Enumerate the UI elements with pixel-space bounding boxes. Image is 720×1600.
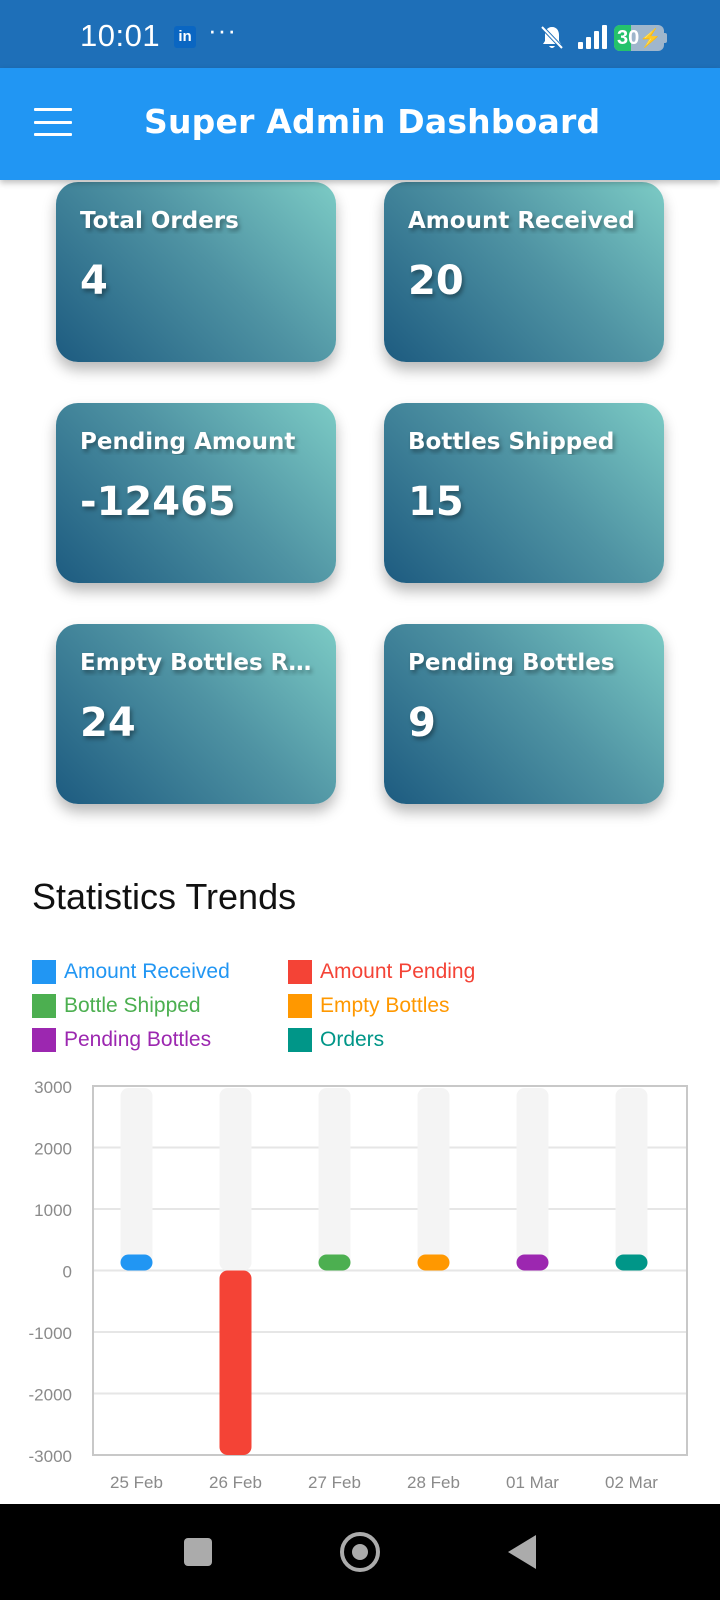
legend-item-bottle-shipped: Bottle Shipped bbox=[32, 994, 201, 1018]
legend-swatch bbox=[288, 1028, 312, 1052]
bar-background bbox=[318, 1088, 351, 1271]
hamburger-menu-icon[interactable] bbox=[30, 102, 76, 142]
card-value: 24 bbox=[80, 700, 136, 746]
legend-item-amount-pending: Amount Pending bbox=[288, 960, 475, 984]
card-bottles-shipped[interactable]: Bottles Shipped 15 bbox=[384, 403, 664, 583]
card-label: Pending Bottles bbox=[408, 650, 615, 676]
legend-item-pending-bottles: Pending Bottles bbox=[32, 1028, 211, 1052]
card-empty-bottles-received[interactable]: Empty Bottles Re... 24 bbox=[56, 624, 336, 804]
linkedin-icon: in bbox=[174, 26, 196, 48]
legend-label: Orders bbox=[320, 1028, 385, 1051]
legend-swatch bbox=[288, 960, 312, 984]
legend-label: Bottle Shipped bbox=[64, 994, 201, 1017]
bar-orders bbox=[615, 1254, 648, 1271]
status-time: 10:01 bbox=[80, 18, 161, 53]
y-tick-label: 1000 bbox=[34, 1201, 72, 1220]
y-tick-label: 3000 bbox=[34, 1078, 72, 1097]
y-tick-label: 2000 bbox=[34, 1140, 72, 1159]
bar-empty-bottles bbox=[417, 1254, 450, 1271]
x-tick-label: 25 Feb bbox=[110, 1473, 163, 1492]
legend-item-empty-bottles: Empty Bottles bbox=[288, 994, 450, 1018]
legend-swatch bbox=[32, 960, 56, 984]
bar-background bbox=[615, 1088, 648, 1271]
legend-label: Amount Received bbox=[64, 960, 230, 983]
legend-label: Pending Bottles bbox=[64, 1028, 212, 1051]
bar-background bbox=[417, 1088, 450, 1271]
back-triangle-icon[interactable] bbox=[508, 1535, 536, 1569]
card-label: Pending Amount bbox=[80, 429, 296, 455]
x-tick-label: 28 Feb bbox=[407, 1473, 460, 1492]
x-tick-label: 01 Mar bbox=[506, 1473, 559, 1492]
legend-swatch bbox=[288, 994, 312, 1018]
y-tick-label: -2000 bbox=[29, 1386, 72, 1405]
legend-item-amount-received: Amount Received bbox=[32, 960, 230, 984]
card-value: 4 bbox=[80, 258, 108, 304]
bar-background bbox=[516, 1088, 549, 1271]
page-title: Super Admin Dashboard bbox=[144, 102, 601, 141]
card-label: Amount Received bbox=[408, 208, 635, 234]
card-total-orders[interactable]: Total Orders 4 bbox=[56, 182, 336, 362]
signal-icon bbox=[578, 25, 607, 49]
card-label: Total Orders bbox=[80, 208, 239, 234]
bell-off-icon bbox=[540, 25, 564, 50]
y-tick-label: 0 bbox=[63, 1263, 72, 1282]
card-value: 20 bbox=[408, 258, 464, 304]
legend-label: Amount Pending bbox=[320, 960, 476, 983]
bar-bottle-shipped bbox=[318, 1254, 351, 1271]
bar-amount-pending bbox=[219, 1270, 252, 1455]
bar-background bbox=[120, 1088, 153, 1271]
card-pending-amount[interactable]: Pending Amount -12465 bbox=[56, 403, 336, 583]
x-tick-label: 26 Feb bbox=[209, 1473, 262, 1492]
card-value: 9 bbox=[408, 700, 436, 746]
app-bar: Super Admin Dashboard bbox=[0, 68, 720, 180]
bar-amount-received bbox=[120, 1254, 153, 1271]
y-tick-label: -1000 bbox=[29, 1324, 72, 1343]
card-pending-bottles[interactable]: Pending Bottles 9 bbox=[384, 624, 664, 804]
legend-swatch bbox=[32, 994, 56, 1018]
x-tick-label: 02 Mar bbox=[605, 1473, 658, 1492]
card-label: Empty Bottles Re... bbox=[80, 650, 320, 676]
bar-background bbox=[219, 1088, 252, 1271]
card-value: -12465 bbox=[80, 479, 236, 525]
legend-label: Empty Bottles bbox=[320, 994, 450, 1017]
x-tick-label: 27 Feb bbox=[308, 1473, 361, 1492]
bar-pending-bottles bbox=[516, 1254, 549, 1271]
battery-level: 30 bbox=[617, 27, 640, 49]
y-tick-label: -3000 bbox=[29, 1447, 72, 1466]
system-nav-bar bbox=[0, 1504, 720, 1600]
more-notifications-icon: ··· bbox=[208, 15, 237, 45]
battery-charging-icon: 30⚡ bbox=[614, 25, 664, 51]
status-bar: 10:01 in ··· 30⚡ bbox=[0, 0, 720, 68]
legend-swatch bbox=[32, 1028, 56, 1052]
card-label: Bottles Shipped bbox=[408, 429, 615, 455]
card-amount-received[interactable]: Amount Received 20 bbox=[384, 182, 664, 362]
statistics-title: Statistics Trends bbox=[32, 876, 297, 917]
statistics-chart: 3000 2000 1000 0 -1000 -2000 -3000 25 Feb 26 Feb… bbox=[29, 1078, 688, 1492]
home-circle-icon[interactable] bbox=[340, 1532, 380, 1572]
card-value: 15 bbox=[408, 479, 464, 525]
legend-item-orders: Orders bbox=[288, 1028, 384, 1052]
recents-square-icon[interactable] bbox=[184, 1538, 212, 1566]
